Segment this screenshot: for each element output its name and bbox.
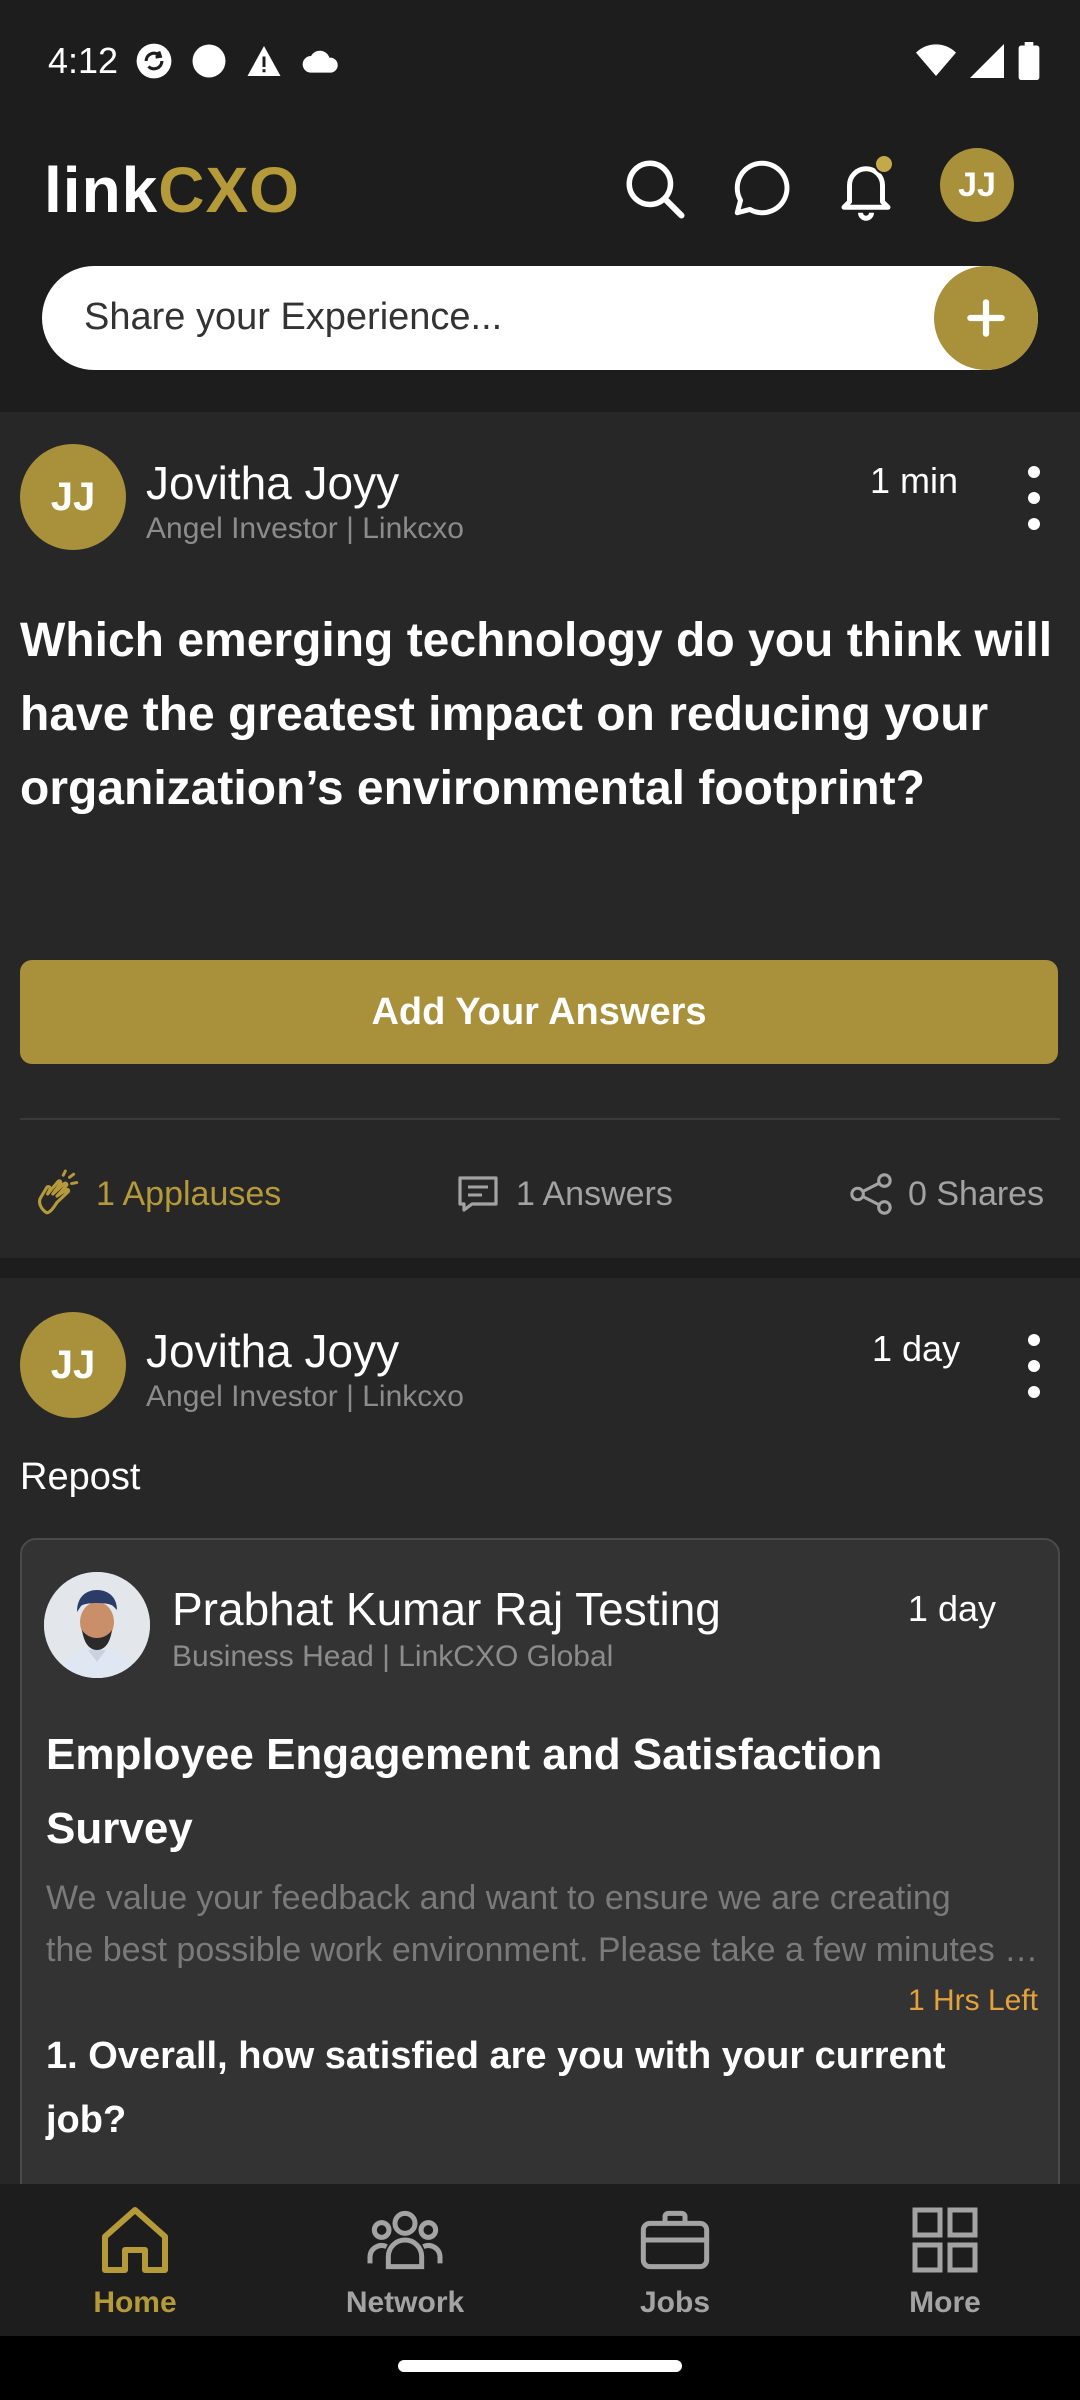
author-name[interactable]: Jovitha Joyy bbox=[146, 456, 399, 510]
reposter-time: 1 day bbox=[907, 1588, 996, 1629]
grid-icon bbox=[912, 2207, 978, 2273]
status-time: 4:12 bbox=[48, 40, 119, 81]
reposted-survey[interactable]: Prabhat Kumar Raj Testing Business Head … bbox=[20, 1538, 1060, 2238]
post-time: 1 min bbox=[870, 460, 959, 501]
post-time: 1 day bbox=[872, 1328, 961, 1369]
share-button[interactable]: 0 Shares bbox=[848, 1164, 1044, 1224]
share-icon bbox=[850, 1173, 892, 1215]
repost-label: Repost bbox=[20, 1456, 141, 1498]
nav-home[interactable]: Home bbox=[0, 2200, 270, 2330]
more-options-icon[interactable] bbox=[1022, 1334, 1046, 1398]
bottom-navigation: Home Network Jobs More bbox=[0, 2184, 1080, 2336]
system-gesture-bar bbox=[0, 2336, 1080, 2400]
author-name[interactable]: Jovitha Joyy bbox=[146, 1324, 399, 1378]
cloud-icon bbox=[302, 50, 338, 73]
survey-description: We value your feedback and want to ensur… bbox=[46, 1872, 1046, 1976]
reposter-photo[interactable] bbox=[44, 1572, 150, 1678]
linkcxo-logo[interactable]: link CXO bbox=[44, 150, 300, 230]
survey-title[interactable]: Employee Engagement and Satisfaction Sur… bbox=[46, 1718, 1006, 1866]
profile-avatar[interactable]: JJ bbox=[940, 148, 1014, 222]
sync-icon bbox=[136, 43, 172, 79]
post-card: JJ Jovitha Joyy Angel Investor | Linkcxo… bbox=[0, 412, 1080, 1258]
author-avatar[interactable]: JJ bbox=[20, 1312, 126, 1418]
home-gesture-handle[interactable] bbox=[398, 2360, 682, 2372]
logo-part-link: link bbox=[44, 154, 159, 226]
survey-description-line-2: the best possible work environment. Plea… bbox=[46, 1931, 1046, 1969]
wifi-icon bbox=[916, 44, 956, 76]
more-options-icon[interactable] bbox=[1022, 466, 1046, 530]
create-post-button[interactable] bbox=[934, 266, 1038, 370]
signal-icon bbox=[970, 44, 1004, 78]
circle-icon bbox=[192, 44, 226, 78]
home-icon bbox=[102, 2207, 168, 2273]
briefcase-icon bbox=[640, 2210, 710, 2270]
repost-card: JJ Jovitha Joyy Angel Investor | Linkcxo… bbox=[0, 1278, 1080, 2238]
clap-icon bbox=[37, 1169, 79, 1215]
answers-count: 1 Answers bbox=[516, 1174, 673, 1213]
nav-more-label: More bbox=[909, 2286, 981, 2319]
status-bar: 4:12 bbox=[0, 0, 1080, 130]
battery-icon bbox=[1018, 42, 1040, 80]
post-question[interactable]: Which emerging technology do you think w… bbox=[20, 604, 1060, 826]
chat-icon[interactable] bbox=[724, 150, 800, 226]
search-icon[interactable] bbox=[616, 150, 692, 226]
logo-part-cxo: CXO bbox=[158, 154, 300, 226]
share-placeholder: Share your Experience... bbox=[84, 296, 503, 338]
app-header: link CXO JJ Share your Experience... bbox=[0, 130, 1080, 410]
author-title: Angel Investor | Linkcxo bbox=[146, 512, 464, 545]
reposter-name[interactable]: Prabhat Kumar Raj Testing bbox=[172, 1582, 721, 1636]
time-left-badge: 1 Hrs Left bbox=[907, 1984, 1038, 2017]
nav-network-label: Network bbox=[345, 2286, 465, 2319]
add-answers-button[interactable]: Add Your Answers bbox=[20, 960, 1058, 1064]
nav-network[interactable]: Network bbox=[270, 2200, 540, 2330]
reposter-title: Business Head | LinkCXO Global bbox=[172, 1640, 614, 1673]
answers-button[interactable]: 1 Answers bbox=[454, 1164, 673, 1224]
status-notification-icons bbox=[135, 42, 341, 80]
status-system-icons bbox=[916, 42, 1040, 80]
survey-question[interactable]: 1. Overall, how satisfied are you with y… bbox=[46, 2024, 1006, 2152]
divider bbox=[20, 1118, 1060, 1120]
notification-dot bbox=[874, 154, 894, 174]
comment-icon bbox=[458, 1176, 498, 1212]
applause-button[interactable]: 1 Applauses bbox=[32, 1164, 281, 1224]
warning-icon bbox=[247, 46, 281, 76]
nav-more[interactable]: More bbox=[810, 2200, 1080, 2330]
survey-description-line-1: We value your feedback and want to ensur… bbox=[46, 1879, 951, 1917]
author-title: Angel Investor | Linkcxo bbox=[146, 1380, 464, 1413]
author-avatar[interactable]: JJ bbox=[20, 444, 126, 550]
share-experience-bar[interactable]: Share your Experience... bbox=[42, 266, 1038, 370]
nav-jobs-label: Jobs bbox=[639, 2286, 711, 2319]
plus-icon bbox=[967, 299, 1005, 337]
applause-count: 1 Applauses bbox=[96, 1174, 282, 1213]
nav-home-label: Home bbox=[93, 2286, 177, 2319]
shares-count: 0 Shares bbox=[908, 1174, 1045, 1213]
network-icon bbox=[367, 2210, 443, 2270]
nav-jobs[interactable]: Jobs bbox=[540, 2200, 810, 2330]
